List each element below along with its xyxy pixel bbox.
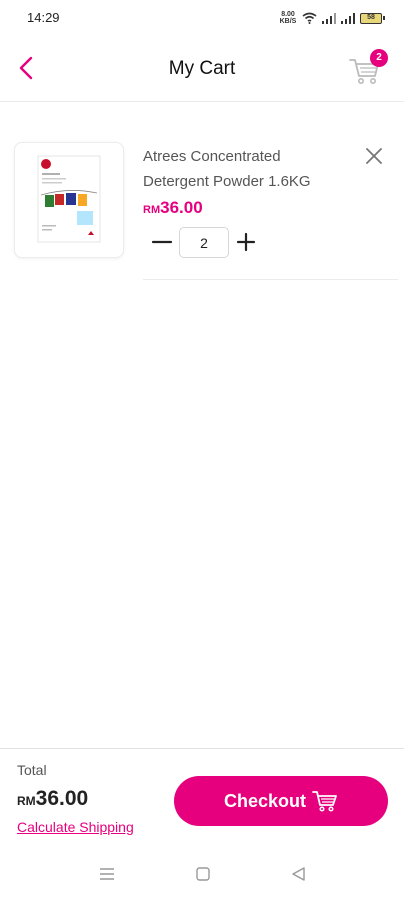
status-bar: 14:29 8.00 KB/S 58	[0, 0, 404, 36]
menu-icon	[100, 868, 114, 880]
product-name[interactable]: Atrees Concentrated Detergent Powder 1.6…	[143, 144, 343, 194]
price-currency: RM	[143, 204, 161, 216]
system-nav-bar	[0, 843, 404, 900]
total-currency: RM	[17, 794, 36, 808]
product-price: RM36.00	[143, 198, 203, 218]
checkout-bar: Total RM36.00 Calculate Shipping Checkou…	[0, 748, 404, 843]
status-icons: 8.00 KB/S 58	[279, 10, 385, 26]
signal-icon	[322, 12, 336, 24]
cart-icon	[312, 791, 337, 812]
nav-home-button[interactable]	[193, 865, 213, 883]
quantity-increase-button[interactable]	[234, 230, 258, 254]
calculate-shipping-link[interactable]: Calculate Shipping	[17, 819, 134, 835]
cart-item: Atrees Concentrated Detergent Powder 1.6…	[0, 102, 404, 280]
total-label: Total	[17, 762, 47, 778]
triangle-back-icon	[292, 867, 305, 881]
cart-count-badge: 2	[370, 49, 388, 67]
total-value: 36.00	[35, 787, 89, 810]
nav-menu-button[interactable]	[97, 865, 117, 883]
item-divider	[143, 279, 398, 280]
square-icon	[196, 867, 210, 881]
price-amount: 36.00	[160, 198, 203, 217]
wifi-icon	[302, 12, 317, 24]
minus-icon	[151, 240, 173, 244]
checkout-button[interactable]: Checkout	[174, 776, 388, 826]
remove-item-button[interactable]	[364, 146, 384, 166]
cart-screen: 14:29 8.00 KB/S 58 My Cart 2 Atrees Conc…	[0, 0, 404, 900]
detergent-box-image	[37, 155, 101, 243]
battery-icon: 58	[360, 12, 385, 24]
app-header: My Cart 2	[0, 36, 404, 102]
signal-icon-2	[341, 12, 355, 24]
status-time: 14:29	[27, 10, 60, 25]
quantity-input[interactable]	[179, 227, 229, 258]
page-title: My Cart	[168, 58, 236, 79]
nav-back-button[interactable]	[289, 865, 309, 883]
checkout-label: Checkout	[223, 790, 306, 811]
network-speed: 8.00 KB/S	[279, 11, 297, 25]
product-image[interactable]	[14, 142, 124, 258]
close-icon	[366, 148, 382, 164]
total-amount: RM36.00	[17, 787, 88, 811]
quantity-decrease-button[interactable]	[150, 230, 174, 254]
cart-button[interactable]: 2	[348, 49, 388, 86]
plus-icon	[236, 232, 256, 252]
